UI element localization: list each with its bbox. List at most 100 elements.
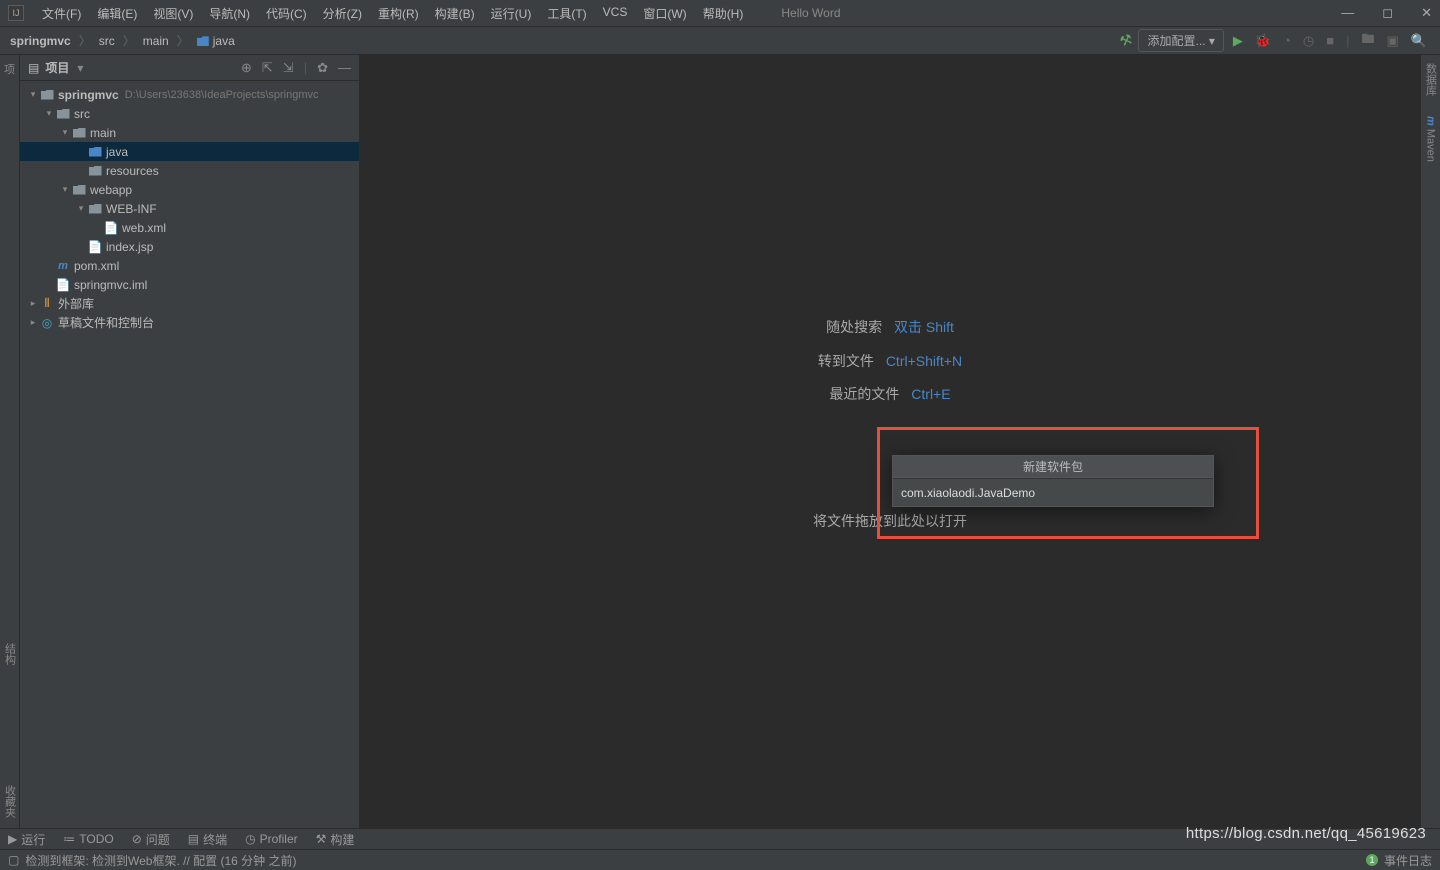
editor-hints: 随处搜索 双击 Shift 转到文件 Ctrl+Shift+N 最近的文件 Ct… <box>818 311 962 412</box>
ide-icon[interactable]: ▣ <box>1384 33 1402 49</box>
drop-files-hint: 将文件拖放到此处以打开 <box>813 511 967 531</box>
tree-iml[interactable]: 📄springmvc.iml <box>20 275 359 294</box>
todo-tool-tab[interactable]: ≔ TODO <box>63 832 113 846</box>
run-tool-tab[interactable]: ▶ 运行 <box>8 831 45 848</box>
menu-analyze[interactable]: 分析(Z) <box>315 5 370 22</box>
project-tree: ▾ springmvc D:\Users\23638\IdeaProjects\… <box>20 81 359 336</box>
title-bar: IJ 文件(F) 编辑(E) 视图(V) 导航(N) 代码(C) 分析(Z) 重… <box>0 0 1440 27</box>
run-config-dropdown[interactable]: 添加配置... ▾ <box>1138 29 1223 52</box>
profiler-tool-tab[interactable]: ◷ Profiler <box>245 832 298 846</box>
menu-vcs[interactable]: VCS <box>595 5 636 22</box>
tree-scratches[interactable]: ▸ ◎草稿文件和控制台 <box>20 313 359 332</box>
chevron-right-icon: 〉 <box>123 32 135 49</box>
right-tool-strip: 数据库 m Maven <box>1420 55 1440 828</box>
app-title: Hello Word <box>781 6 840 20</box>
tree-project-root[interactable]: ▾ springmvc D:\Users\23638\IdeaProjects\… <box>20 85 359 104</box>
stop-icon[interactable]: ■ <box>1323 33 1337 48</box>
hint-recent-label: 最近的文件 <box>829 386 899 402</box>
tree-pom[interactable]: mpom.xml <box>20 256 359 275</box>
sidebar-header: ▤ 项目 ▾ ⊕ ⇱ ⇲ | ✿ — <box>20 55 359 81</box>
project-tool-icon: ▤ <box>28 61 39 75</box>
crumb-project[interactable]: springmvc <box>10 34 71 48</box>
update-icon[interactable]: 🖿 <box>1359 30 1378 52</box>
menu-window[interactable]: 窗口(W) <box>635 5 694 22</box>
library-icon: ⫴ <box>40 297 54 311</box>
problems-tool-tab[interactable]: ⊘ 问题 <box>132 831 170 848</box>
window-controls: — ◻ ✕ <box>1341 5 1432 21</box>
bottom-toolbar: ▶ 运行 ≔ TODO ⊘ 问题 ▤ 终端 ◷ Profiler ⚒ 构建 <box>0 828 1440 849</box>
hint-search-label: 随处搜索 <box>826 319 882 335</box>
hint-search-key: 双击 Shift <box>894 319 954 335</box>
crumb-main[interactable]: main <box>143 34 169 48</box>
chevron-right-icon: 〉 <box>79 32 91 49</box>
tree-java[interactable]: java <box>20 142 359 161</box>
settings-icon[interactable]: ✿ <box>317 60 328 76</box>
tree-webxml[interactable]: 📄web.xml <box>20 218 359 237</box>
sidebar-title: 项目 <box>45 59 69 76</box>
menu-build[interactable]: 构建(B) <box>427 5 483 22</box>
new-package-popup: 新建软件包 <box>892 455 1214 507</box>
search-icon[interactable]: 🔍 <box>1408 33 1430 49</box>
main-area: 项 结构 收藏夹 ▤ 项目 ▾ ⊕ ⇱ ⇲ | ✿ — ▾ springmvc … <box>0 55 1440 828</box>
iml-file-icon: 📄 <box>56 278 70 292</box>
crumb-src[interactable]: src <box>99 34 115 48</box>
hint-recent-key: Ctrl+E <box>911 386 950 402</box>
run-icon[interactable]: ▶ <box>1230 33 1246 49</box>
project-sidebar: ▤ 项目 ▾ ⊕ ⇱ ⇲ | ✿ — ▾ springmvc D:\Users\… <box>20 55 360 828</box>
build-icon[interactable]: ⚒ <box>1117 30 1135 50</box>
status-message[interactable]: 检测到框架: 检测到Web框架. // 配置 (16 分钟 之前) <box>25 852 296 869</box>
structure-tab[interactable]: 结构 <box>2 643 18 665</box>
hide-icon[interactable]: — <box>338 60 351 76</box>
event-badge: 1 <box>1366 854 1378 866</box>
event-log-button[interactable]: 事件日志 <box>1384 852 1432 869</box>
jsp-file-icon: 📄 <box>88 240 102 254</box>
editor-area: 随处搜索 双击 Shift 转到文件 Ctrl+Shift+N 最近的文件 Ct… <box>360 55 1420 828</box>
menu-file[interactable]: 文件(F) <box>34 5 89 22</box>
popup-title: 新建软件包 <box>893 456 1213 478</box>
menu-refactor[interactable]: 重构(R) <box>370 5 427 22</box>
favorites-tab[interactable]: 收藏夹 <box>2 785 18 818</box>
scroll-from-source-icon[interactable]: ⊕ <box>241 60 252 76</box>
menu-navigate[interactable]: 导航(N) <box>201 5 258 22</box>
menu-run[interactable]: 运行(U) <box>483 5 540 22</box>
collapse-all-icon[interactable]: ⇲ <box>283 60 294 76</box>
crumb-java[interactable]: java <box>197 34 235 48</box>
maven-tab[interactable]: m Maven <box>1425 116 1437 162</box>
tree-webinf[interactable]: ▾ WEB-INF <box>20 199 359 218</box>
profile-icon[interactable]: ◷ <box>1300 33 1317 49</box>
maximize-icon[interactable]: ◻ <box>1382 5 1393 21</box>
menu-code[interactable]: 代码(C) <box>258 5 315 22</box>
navbar-tools: ⚒ 添加配置... ▾ ▶ 🐞 ◔ ◷ ■ | 🖿 ▣ 🔍 <box>1120 29 1430 52</box>
menu-view[interactable]: 视图(V) <box>145 5 201 22</box>
view-dropdown-icon[interactable]: ▾ <box>77 61 83 75</box>
build-tool-tab[interactable]: ⚒ 构建 <box>316 831 355 848</box>
tree-indexjsp[interactable]: 📄index.jsp <box>20 237 359 256</box>
maven-file-icon: m <box>56 259 70 273</box>
chevron-right-icon: 〉 <box>177 32 189 49</box>
project-tool-tab[interactable]: 项 <box>4 61 15 77</box>
tree-main[interactable]: ▾ main <box>20 123 359 142</box>
status-icon[interactable]: ▢ <box>8 853 19 867</box>
status-bar: ▢ 检测到框架: 检测到Web框架. // 配置 (16 分钟 之前) 1 事件… <box>0 849 1440 870</box>
menu-help[interactable]: 帮助(H) <box>695 5 752 22</box>
terminal-tool-tab[interactable]: ▤ 终端 <box>188 831 227 848</box>
tree-external-libs[interactable]: ▸ ⫴外部库 <box>20 294 359 313</box>
package-name-input[interactable] <box>893 478 1213 506</box>
debug-icon[interactable]: 🐞 <box>1252 33 1274 49</box>
menu-edit[interactable]: 编辑(E) <box>89 5 145 22</box>
main-menu: 文件(F) 编辑(E) 视图(V) 导航(N) 代码(C) 分析(Z) 重构(R… <box>34 5 751 22</box>
scratch-icon: ◎ <box>40 316 54 330</box>
tree-src[interactable]: ▾ src <box>20 104 359 123</box>
tree-resources[interactable]: resources <box>20 161 359 180</box>
minimize-icon[interactable]: — <box>1341 5 1354 21</box>
nav-bar: springmvc 〉 src 〉 main 〉 java ⚒ 添加配置... … <box>0 27 1440 55</box>
close-icon[interactable]: ✕ <box>1421 5 1432 21</box>
tree-webapp[interactable]: ▾ webapp <box>20 180 359 199</box>
database-tab[interactable]: 数据库 <box>1423 63 1439 96</box>
expand-all-icon[interactable]: ⇱ <box>262 60 273 76</box>
menu-tools[interactable]: 工具(T) <box>539 5 594 22</box>
coverage-icon[interactable]: ◔ <box>1280 33 1294 48</box>
app-logo: IJ <box>8 5 24 21</box>
breadcrumb: springmvc 〉 src 〉 main 〉 java <box>10 32 235 49</box>
left-tool-strip: 项 结构 收藏夹 <box>0 55 20 828</box>
